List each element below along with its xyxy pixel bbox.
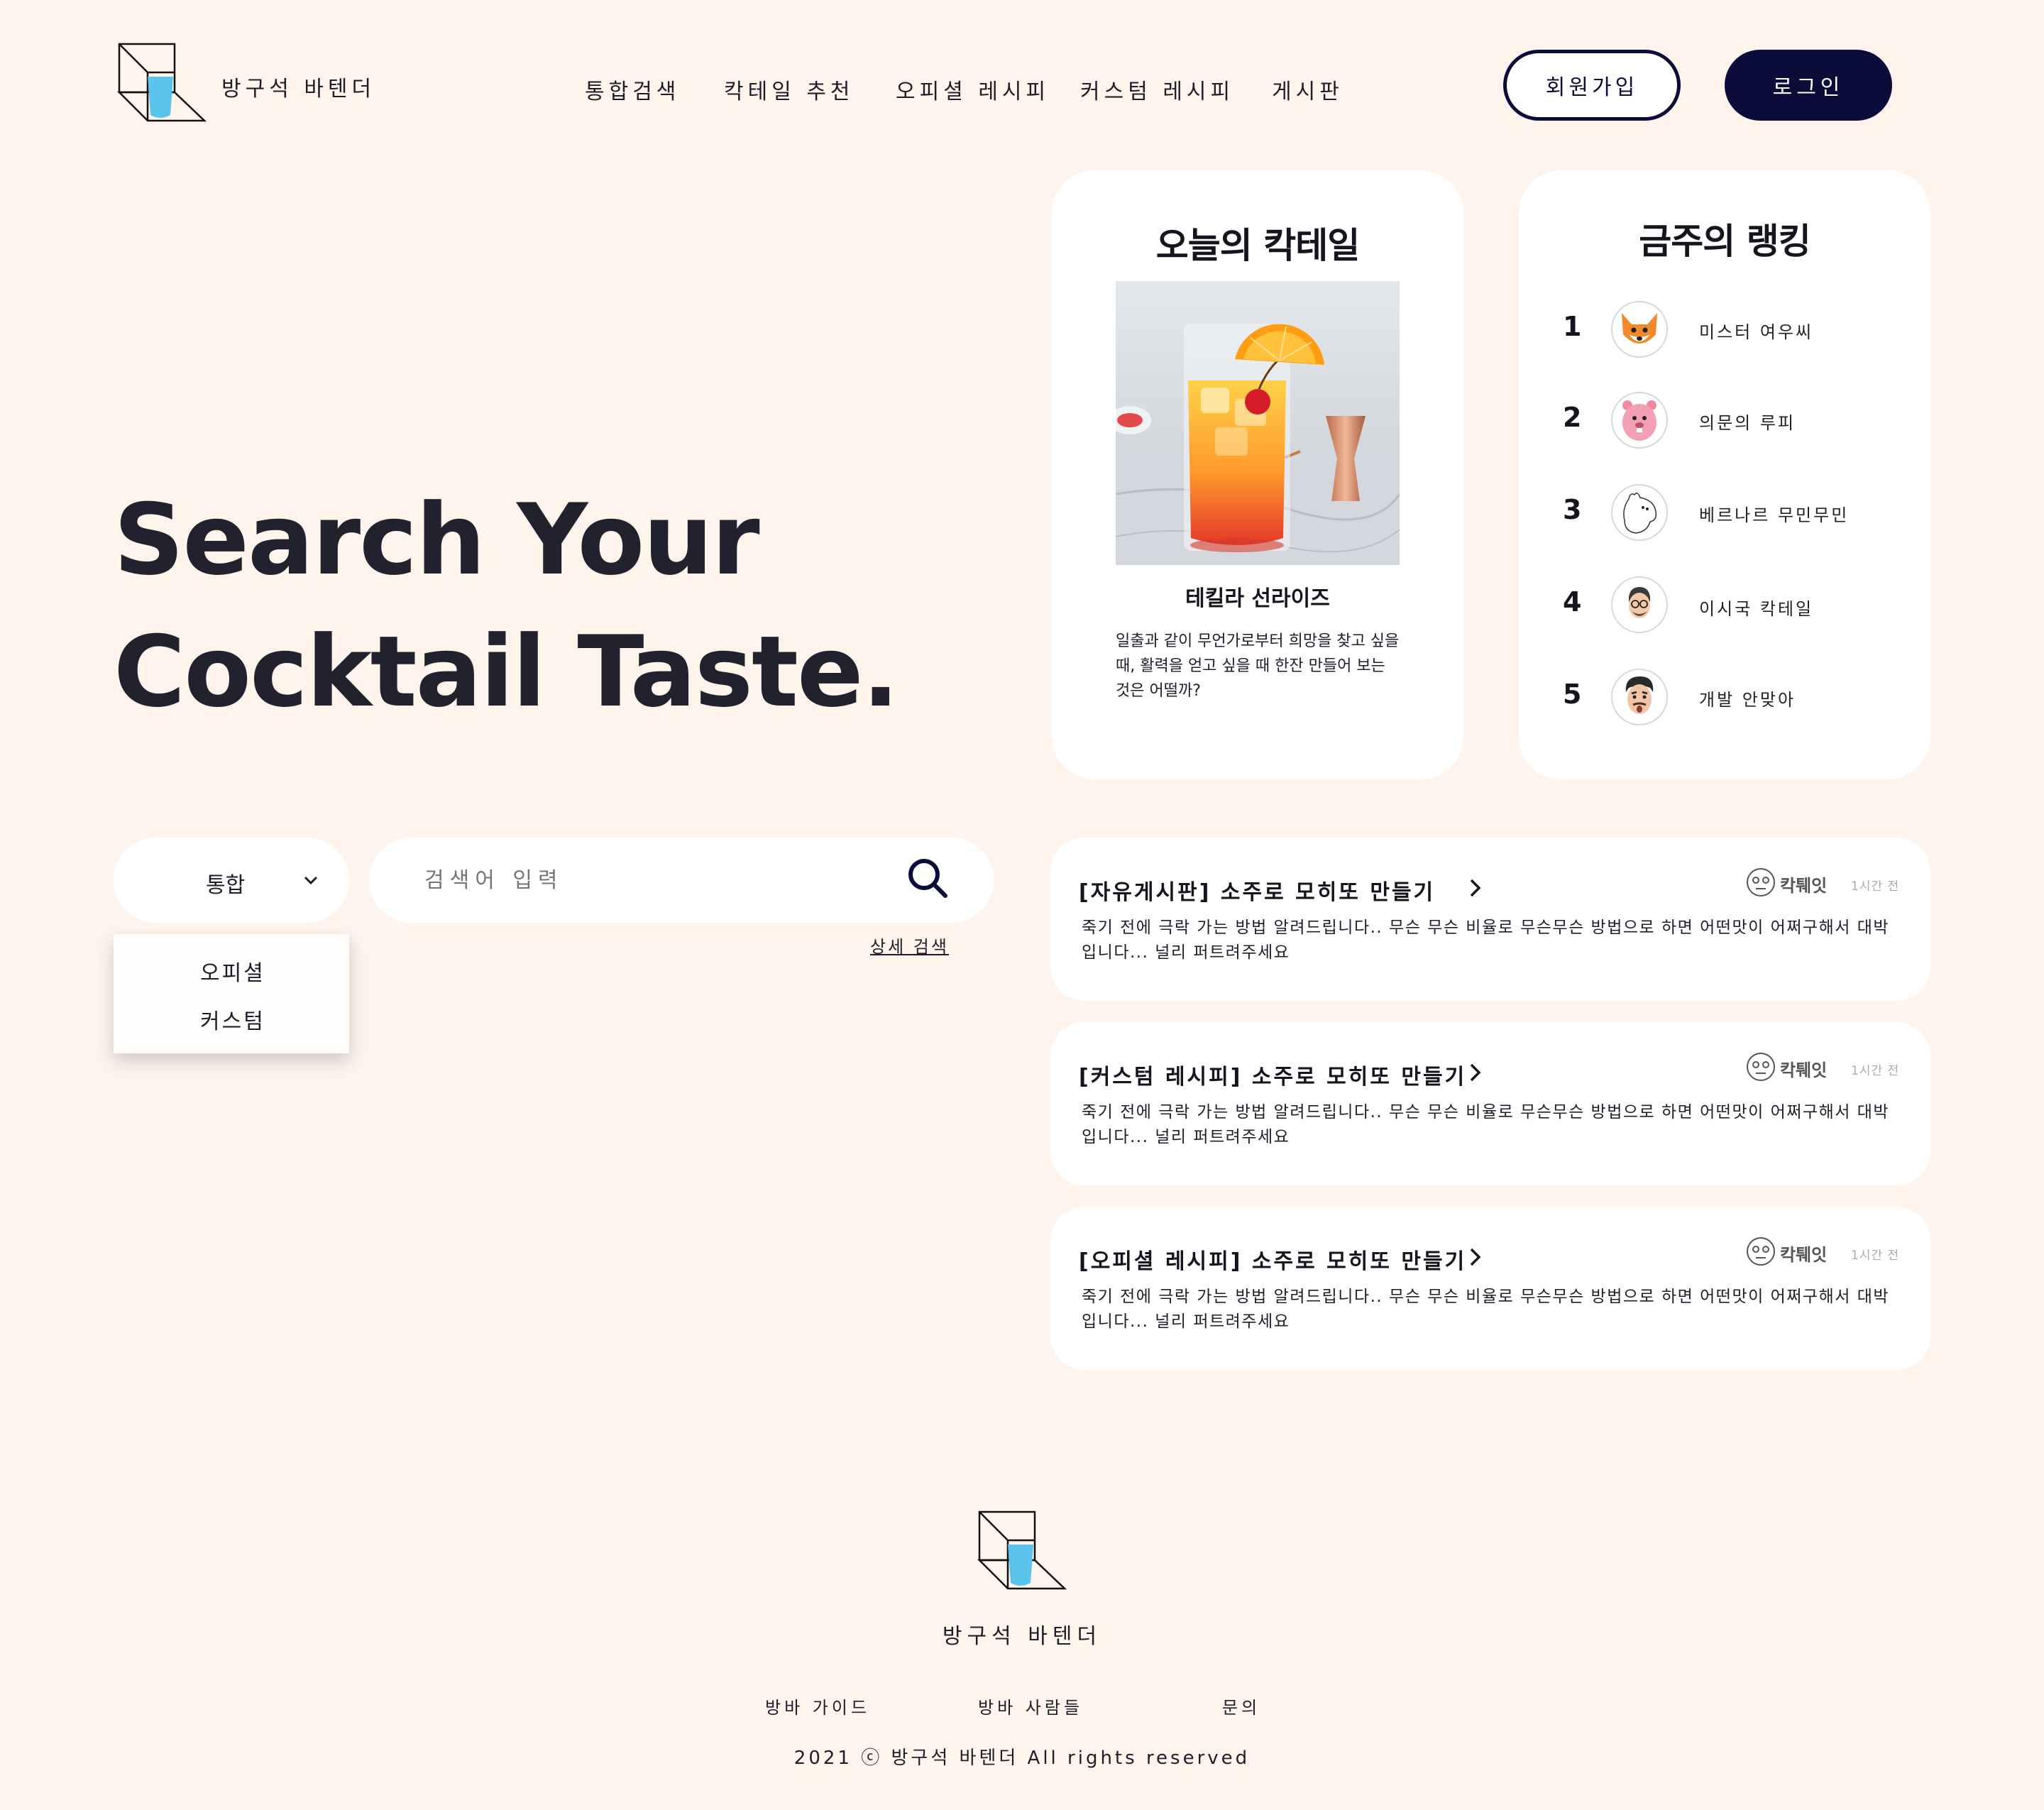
login-button[interactable]: 로그인 <box>1725 50 1892 121</box>
skull-avatar-icon <box>1746 1052 1776 1085</box>
dropdown-option-custom[interactable]: 커스텀 <box>200 1004 265 1035</box>
rank-number: 2 <box>1563 402 1582 433</box>
skull-avatar-icon <box>1746 1236 1776 1269</box>
search-input[interactable] <box>397 852 894 909</box>
memoji-avatar-icon[interactable] <box>1611 669 1668 725</box>
post-title[interactable]: [오피셜 레시피] 소주로 모히또 만들기 <box>1079 1244 1466 1275</box>
category-dropdown-menu <box>114 934 349 1053</box>
post-time: 1시간 전 <box>1851 879 1900 894</box>
chevron-right-icon[interactable] <box>1468 1062 1483 1086</box>
footer-link-contact[interactable]: 문의 <box>1222 1694 1260 1718</box>
post-card[interactable]: [자유게시판] 소주로 모히또 만들기 칵퉤잇 1시간 전 죽기 전에 극락 가… <box>1050 838 1930 1001</box>
todays-cocktail-card[interactable]: 오늘의 칵테일 테킬라 선라이즈 일출과 같이 무언가로부터 희망을 찾고 싶을… <box>1052 170 1463 779</box>
skull-avatar-icon <box>1746 867 1776 900</box>
chevron-right-icon[interactable] <box>1468 877 1483 901</box>
nav-integrated-search[interactable]: 통합검색 <box>585 74 680 105</box>
rank-user-name[interactable]: 베르나르 무민무민 <box>1699 501 1849 526</box>
rank-number: 3 <box>1563 494 1582 525</box>
post-author[interactable]: 칵퉤잇 <box>1780 1056 1827 1081</box>
post-card[interactable]: [오피셜 레시피] 소주로 모히또 만들기 칵퉤잇 1시간 전 죽기 전에 극락… <box>1050 1207 1930 1370</box>
brand-name[interactable]: 방구석 바텐더 <box>221 71 375 102</box>
post-time: 1시간 전 <box>1851 1249 1900 1263</box>
chevron-down-icon[interactable] <box>301 873 321 890</box>
hero-line-1: Search Your <box>114 483 760 597</box>
post-card[interactable]: [커스텀 레시피] 소주로 모히또 만들기 칵퉤잇 1시간 전 죽기 전에 극락… <box>1050 1022 1930 1185</box>
nav-official-recipe[interactable]: 오피셜 레시피 <box>896 74 1050 105</box>
footer-brand: 방구석 바텐더 <box>942 1624 1102 1649</box>
rank-number: 1 <box>1563 311 1582 342</box>
cocktail-image[interactable] <box>1116 281 1400 565</box>
rank-user-name[interactable]: 미스터 여우씨 <box>1699 318 1813 343</box>
ranking-title: 금주의 랭킹 <box>1639 221 1811 262</box>
search-icon[interactable] <box>906 856 950 903</box>
signup-button[interactable]: 회원가입 <box>1503 50 1681 121</box>
nav-cocktail-recommend[interactable]: 칵테일 추천 <box>724 74 855 105</box>
post-title[interactable]: [자유게시판] 소주로 모히또 만들기 <box>1079 874 1435 906</box>
rank-number: 4 <box>1563 586 1582 618</box>
logo-icon[interactable] <box>116 41 209 125</box>
chevron-right-icon[interactable] <box>1468 1246 1483 1271</box>
post-title[interactable]: [커스텀 레시피] 소주로 모히또 만들기 <box>1079 1059 1466 1090</box>
footer-link-guide[interactable]: 방바 가이드 <box>765 1694 870 1718</box>
post-excerpt: 죽기 전에 극락 가는 방법 알려드립니다.. 무슨 무슨 비율로 무슨무슨 방… <box>1082 1103 1890 1146</box>
nav-board[interactable]: 게시판 <box>1272 74 1344 105</box>
rank-user-name[interactable]: 의문의 루피 <box>1699 409 1796 434</box>
post-time: 1시간 전 <box>1851 1064 1900 1078</box>
fox-avatar-icon[interactable] <box>1611 301 1668 358</box>
post-author[interactable]: 칵퉤잇 <box>1780 1241 1827 1266</box>
rank-user-name[interactable]: 개발 안맞아 <box>1699 686 1796 711</box>
weekly-ranking-card: 금주의 랭킹 1 미스터 여우씨 2 의문의 루피 3 베르나르 무민무민 4 … <box>1519 170 1930 779</box>
rank-number: 5 <box>1563 679 1582 710</box>
todays-cocktail-title: 오늘의 칵테일 <box>1155 225 1360 266</box>
cocktail-description: 일출과 같이 무언가로부터 희망을 찾고 싶을 때, 활력을 얻고 싶을 때 한… <box>1116 632 1400 700</box>
copyright-text: 2021 ⓒ 방구석 바텐더 All rights reserved <box>793 1748 1251 1769</box>
cocktail-name[interactable]: 테킬라 선라이즈 <box>1052 581 1463 612</box>
post-author[interactable]: 칵퉤잇 <box>1780 872 1827 896</box>
nav-custom-recipe[interactable]: 커스텀 레시피 <box>1080 74 1234 105</box>
advanced-search-link[interactable]: 상세 검색 <box>870 933 949 958</box>
post-excerpt: 죽기 전에 극락 가는 방법 알려드립니다.. 무슨 무슨 비율로 무슨무슨 방… <box>1082 918 1890 962</box>
search-category-value[interactable]: 통합 <box>206 867 245 899</box>
footer-logo-icon[interactable] <box>977 1509 1069 1596</box>
glasses-man-avatar-icon[interactable] <box>1611 576 1668 633</box>
moomin-avatar-icon[interactable] <box>1611 484 1668 541</box>
rank-user-name[interactable]: 이시국 칵테일 <box>1699 595 1813 620</box>
footer-link-people[interactable]: 방바 사람들 <box>978 1694 1083 1718</box>
pink-beaver-avatar-icon[interactable] <box>1611 392 1668 449</box>
post-excerpt: 죽기 전에 극락 가는 방법 알려드립니다.. 무슨 무슨 비율로 무슨무슨 방… <box>1082 1288 1890 1331</box>
hero-line-2: Cocktail Taste. <box>114 615 899 729</box>
dropdown-option-official[interactable]: 오피셜 <box>200 955 265 987</box>
